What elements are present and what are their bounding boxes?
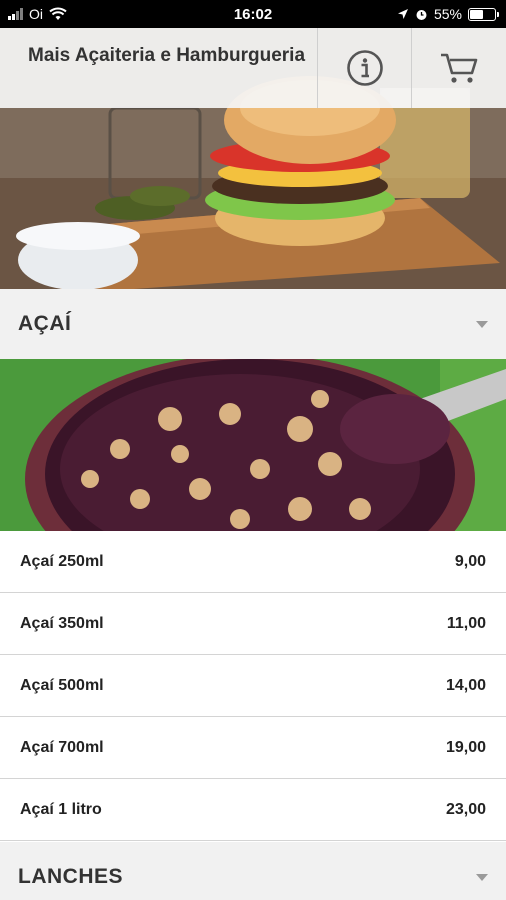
section-header-acai[interactable]: AÇAÍ: [0, 289, 506, 359]
list-item[interactable]: Açaí 700ml 19,00: [0, 717, 506, 779]
location-arrow-icon: [397, 9, 408, 19]
section-header-lanches[interactable]: LANCHES: [0, 842, 506, 900]
section-title: AÇAÍ: [18, 312, 72, 335]
status-right: 55%: [397, 6, 499, 22]
item-name: Açaí 1 litro: [20, 800, 102, 818]
battery-fill: [470, 9, 484, 19]
info-button[interactable]: [318, 28, 412, 108]
item-price: 11,00: [446, 614, 486, 632]
item-price: 9,00: [454, 552, 486, 570]
list-item[interactable]: Açaí 250ml 9,00: [0, 531, 506, 593]
item-price: 23,00: [445, 800, 486, 818]
battery-percent: 55%: [433, 6, 462, 22]
section-title: LANCHES: [18, 865, 124, 888]
acai-illustration: [0, 359, 506, 531]
store-title: Mais Açaiteria e Hamburgueria: [0, 28, 318, 108]
cart-icon: [441, 53, 478, 83]
app-header: Mais Açaiteria e Hamburgueria: [0, 28, 506, 108]
item-name: Açaí 250ml: [20, 552, 104, 570]
item-name: Açaí 500ml: [20, 676, 104, 694]
item-name: Açaí 700ml: [20, 738, 104, 756]
list-item[interactable]: Açaí 1 litro 23,00: [0, 779, 506, 841]
info-icon: [346, 50, 383, 86]
acai-bowl-image: [0, 359, 506, 531]
list-item[interactable]: Açaí 500ml 14,00: [0, 655, 506, 717]
list-item[interactable]: Açaí 350ml 11,00: [0, 593, 506, 655]
item-price: 14,00: [445, 676, 486, 694]
battery-icon: [468, 7, 499, 21]
status-bar: Oi 16:02 55%: [0, 0, 506, 28]
chevron-down-icon: [476, 320, 488, 328]
chevron-down-icon: [476, 873, 488, 881]
menu-list-acai: Açaí 250ml 9,00 Açaí 350ml 11,00 Açaí 50…: [0, 531, 506, 841]
alarm-icon: [416, 9, 427, 20]
cart-button[interactable]: [412, 28, 506, 108]
item-price: 19,00: [445, 738, 486, 756]
item-name: Açaí 350ml: [20, 614, 104, 632]
